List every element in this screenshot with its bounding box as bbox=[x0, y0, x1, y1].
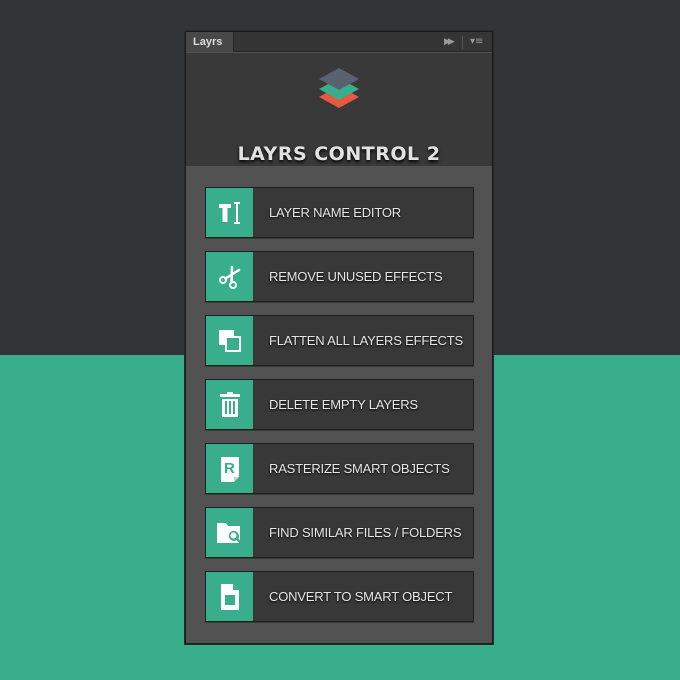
convert-to-smart-object-button[interactable]: CONVERT TO SMART OBJECT bbox=[205, 571, 474, 622]
double-chevron-right-icon[interactable]: ▶▶ bbox=[444, 32, 455, 52]
folder-search-icon bbox=[206, 508, 253, 557]
button-label: FLATTEN ALL LAYERS EFFECTS bbox=[269, 333, 463, 348]
smart-object-document-icon bbox=[206, 572, 253, 621]
layrs-panel: Layrs ▶▶ ▾≡ LAYRS CONTROL 2 LAYER NAME E… bbox=[185, 31, 493, 644]
panel-tab-bar: Layrs ▶▶ ▾≡ bbox=[186, 32, 492, 52]
panel-menu-icon[interactable]: ▾≡ bbox=[470, 32, 483, 52]
find-similar-files-folders-button[interactable]: FIND SIMILAR FILES / FOLDERS bbox=[205, 507, 474, 558]
scissors-icon bbox=[206, 252, 253, 301]
text-cursor-icon bbox=[206, 188, 253, 237]
flatten-squares-icon bbox=[206, 316, 253, 365]
stacked-layers-icon bbox=[319, 68, 359, 108]
action-list: LAYER NAME EDITOR REMOVE UNUSED EFFECTS … bbox=[205, 187, 474, 635]
rasterize-smart-objects-button[interactable]: R RASTERIZE SMART OBJECTS bbox=[205, 443, 474, 494]
panel-header: LAYRS CONTROL 2 bbox=[186, 53, 492, 166]
button-label: DELETE EMPTY LAYERS bbox=[269, 397, 418, 412]
button-label: LAYER NAME EDITOR bbox=[269, 205, 401, 220]
button-label: CONVERT TO SMART OBJECT bbox=[269, 589, 453, 604]
flatten-all-layers-effects-button[interactable]: FLATTEN ALL LAYERS EFFECTS bbox=[205, 315, 474, 366]
remove-unused-effects-button[interactable]: REMOVE UNUSED EFFECTS bbox=[205, 251, 474, 302]
layer-name-editor-button[interactable]: LAYER NAME EDITOR bbox=[205, 187, 474, 238]
trash-icon bbox=[206, 380, 253, 429]
panel-title: LAYRS CONTROL 2 bbox=[237, 143, 441, 165]
tab-layrs[interactable]: Layrs bbox=[186, 32, 234, 52]
delete-empty-layers-button[interactable]: DELETE EMPTY LAYERS bbox=[205, 379, 474, 430]
svg-text:R: R bbox=[224, 460, 235, 477]
tabbar-divider bbox=[462, 36, 463, 49]
button-label: FIND SIMILAR FILES / FOLDERS bbox=[269, 525, 462, 540]
button-label: REMOVE UNUSED EFFECTS bbox=[269, 269, 443, 284]
button-label: RASTERIZE SMART OBJECTS bbox=[269, 461, 450, 476]
rasterize-document-icon: R bbox=[206, 444, 253, 493]
